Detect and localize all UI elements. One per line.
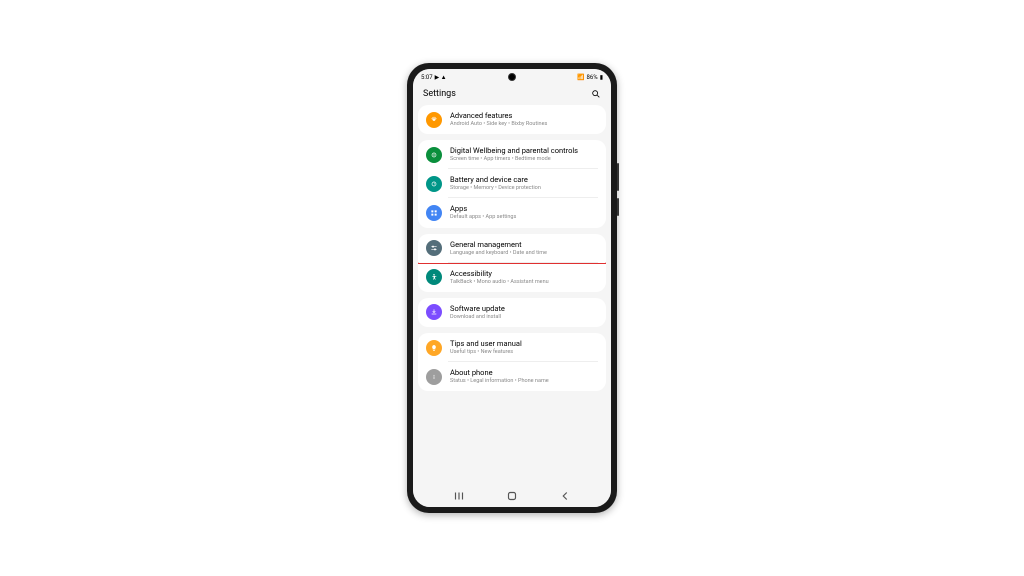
apps-icon	[426, 205, 442, 221]
battery-icon	[426, 176, 442, 192]
home-button[interactable]	[505, 489, 519, 503]
item-about-phone[interactable]: About phone Status • Legal information •…	[418, 362, 606, 391]
item-subtitle: Android Auto • Side key • Bixby Routines	[450, 121, 598, 128]
navigation-bar	[413, 485, 611, 507]
item-apps[interactable]: Apps Default apps • App settings	[418, 198, 606, 227]
item-subtitle: TalkBack • Mono audio • Assistant menu	[450, 279, 598, 286]
settings-group: Software update Download and install	[418, 298, 606, 327]
power-button	[617, 198, 619, 216]
item-advanced-features[interactable]: Advanced features Android Auto • Side ke…	[418, 105, 606, 134]
item-title: Battery and device care	[450, 175, 598, 184]
item-subtitle: Download and install	[450, 314, 598, 321]
recents-button[interactable]	[452, 489, 466, 503]
item-tips-manual[interactable]: Tips and user manual Useful tips • New f…	[418, 333, 606, 362]
item-title: About phone	[450, 368, 598, 377]
signal-icon: 📶	[577, 74, 584, 81]
wellbeing-icon	[426, 147, 442, 163]
highlight-box: General management Language and keyboard…	[418, 234, 606, 264]
back-button[interactable]	[558, 489, 572, 503]
item-title: Apps	[450, 204, 598, 213]
item-subtitle: Language and keyboard • Date and time	[450, 250, 598, 257]
item-subtitle: Useful tips • New features	[450, 349, 598, 356]
item-title: Accessibility	[450, 269, 598, 278]
item-subtitle: Screen time • App timers • Bedtime mode	[450, 156, 598, 163]
item-digital-wellbeing[interactable]: Digital Wellbeing and parental controls …	[418, 140, 606, 169]
settings-group: Digital Wellbeing and parental controls …	[418, 140, 606, 227]
gear-icon	[426, 112, 442, 128]
item-battery-device-care[interactable]: Battery and device care Storage • Memory…	[418, 169, 606, 198]
accessibility-icon	[426, 269, 442, 285]
settings-list[interactable]: Advanced features Android Auto • Side ke…	[413, 105, 611, 485]
search-icon[interactable]	[591, 89, 601, 99]
about-icon	[426, 369, 442, 385]
front-camera	[508, 73, 516, 81]
item-title: General management	[450, 240, 598, 249]
header: Settings	[413, 85, 611, 105]
screen: 5:07 ▶ ▲ 📶 86% ▮ Settings	[413, 69, 611, 507]
item-title: Digital Wellbeing and parental controls	[450, 146, 598, 155]
item-subtitle: Storage • Memory • Device protection	[450, 185, 598, 192]
item-general-management[interactable]: General management Language and keyboard…	[418, 234, 606, 263]
item-title: Advanced features	[450, 111, 598, 120]
battery-percent: 86%	[587, 74, 598, 81]
item-subtitle: Status • Legal information • Phone name	[450, 378, 598, 385]
status-time: 5:07	[421, 74, 433, 81]
volume-button	[617, 163, 619, 191]
item-subtitle: Default apps • App settings	[450, 214, 598, 221]
item-title: Software update	[450, 304, 598, 313]
item-software-update[interactable]: Software update Download and install	[418, 298, 606, 327]
sliders-icon	[426, 240, 442, 256]
tips-icon	[426, 340, 442, 356]
phone-frame: 5:07 ▶ ▲ 📶 86% ▮ Settings	[407, 63, 617, 513]
settings-group: General management Language and keyboard…	[418, 234, 606, 292]
update-icon	[426, 304, 442, 320]
settings-group: Advanced features Android Auto • Side ke…	[418, 105, 606, 134]
item-title: Tips and user manual	[450, 339, 598, 348]
status-indicators: ▶ ▲	[435, 74, 447, 81]
page-title: Settings	[423, 89, 456, 99]
battery-icon: ▮	[600, 74, 603, 81]
settings-group: Tips and user manual Useful tips • New f…	[418, 333, 606, 391]
item-accessibility[interactable]: Accessibility TalkBack • Mono audio • As…	[418, 263, 606, 292]
